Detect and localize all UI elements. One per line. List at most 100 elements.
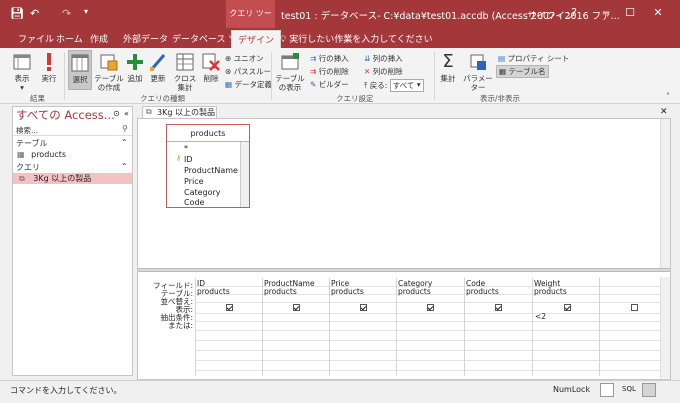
grid-table-code[interactable]: products xyxy=(466,287,499,296)
customize-qat-icon[interactable]: ▾ xyxy=(84,7,88,16)
show-checkbox-category[interactable] xyxy=(427,304,434,311)
grid-table-weight[interactable]: products xyxy=(534,287,567,296)
table-names-button[interactable]: ▦ テーブル名 xyxy=(496,65,549,78)
group-divider xyxy=(434,52,435,100)
show-checkbox-weight[interactable] xyxy=(564,304,571,311)
datasheet-view-icon[interactable] xyxy=(600,383,614,397)
globe-icon: ⊛ xyxy=(225,67,232,76)
show-checkbox-price[interactable] xyxy=(360,304,367,311)
help-button[interactable]: ? xyxy=(564,6,584,19)
run-icon xyxy=(47,53,51,71)
parameters-button[interactable]: パラメーター xyxy=(461,52,495,92)
nav-header[interactable]: すべての Access... ⊙ « xyxy=(13,107,132,124)
field-list-scrollbar[interactable] xyxy=(240,142,249,207)
nav-item-query[interactable]: ⧉ 3Kg 以上の製品 xyxy=(13,173,132,184)
redo-icon[interactable]: ↷ xyxy=(62,7,71,20)
close-button[interactable]: ✕ xyxy=(648,6,668,19)
sql-view-button[interactable]: SQL xyxy=(622,385,636,393)
grid-criteria-weight[interactable]: <2 xyxy=(535,312,546,321)
grid-table-price[interactable]: products xyxy=(331,287,364,296)
document-tab[interactable]: ⧉ 3Kg 以上の製品 xyxy=(142,106,217,118)
field-item-all[interactable]: * xyxy=(184,144,188,153)
field-item-category[interactable]: Category xyxy=(184,188,221,197)
status-bar: コマンドを入力してください。 NumLock SQL xyxy=(0,380,680,403)
field-item-id[interactable]: ID xyxy=(184,155,193,164)
view-button[interactable]: 表示 ▾ xyxy=(8,52,36,92)
nav-search-input[interactable]: 検索... xyxy=(16,125,38,136)
close-tab-icon[interactable]: ✕ xyxy=(660,107,668,117)
make-table-icon xyxy=(100,54,118,71)
chevron-up-icon[interactable]: ⌃ xyxy=(121,162,128,171)
show-table-button[interactable]: テーブルの表示 xyxy=(275,52,305,92)
property-sheet-button[interactable]: ▤ プロパティ シート xyxy=(498,53,569,64)
return-dropdown[interactable]: すべて ▾ xyxy=(389,79,424,92)
run-button[interactable]: 実行 xyxy=(38,52,60,83)
delete-query-button[interactable]: 削除 xyxy=(200,52,222,83)
field-item-code[interactable]: Code xyxy=(184,198,204,207)
delete-query-icon xyxy=(202,53,220,71)
collapse-ribbon-icon[interactable]: ˄ xyxy=(666,92,670,101)
select-query-button[interactable]: 選択 xyxy=(68,50,92,90)
delete-rows-button[interactable]: ⇉ 行の削除 xyxy=(310,66,349,77)
search-icon[interactable]: ⚲ xyxy=(122,124,128,133)
grid-column-id[interactable] xyxy=(195,278,196,376)
primary-key-icon: ⚷ xyxy=(176,154,182,162)
nav-search[interactable]: 検索... ⚲ xyxy=(13,124,132,136)
access-window: 💾︎ ↶ ↷ ▾ クエリ ツール test01 : データベース- C:¥dat… xyxy=(0,0,680,403)
field-item-productname[interactable]: ProductName xyxy=(184,166,238,175)
maximize-button[interactable]: ☐ xyxy=(620,6,640,19)
return-selector[interactable]: ⤒ 戻る: すべて ▾ xyxy=(364,79,424,92)
parameters-icon xyxy=(470,54,486,70)
insert-rows-button[interactable]: ⇉ 行の挿入 xyxy=(310,53,349,64)
field-list-products[interactable]: products * ⚷ ID ProductName Price Catego… xyxy=(166,124,250,208)
view-icon xyxy=(13,54,31,70)
update-button[interactable]: 更新 xyxy=(148,52,168,83)
grid-table-id[interactable]: products xyxy=(197,287,230,296)
minimize-button[interactable]: ─ xyxy=(596,6,616,19)
nav-menu-icon[interactable]: ⊙ xyxy=(113,109,120,118)
grid-line xyxy=(195,350,665,351)
collapse-pane-icon[interactable]: « xyxy=(124,109,129,118)
insert-columns-button[interactable]: ⇊ 列の挿入 xyxy=(364,53,403,64)
tab-design[interactable]: デザイン xyxy=(231,30,282,48)
tab-file[interactable]: ファイル xyxy=(18,32,54,45)
grid-column-price[interactable] xyxy=(329,278,330,376)
append-button[interactable]: 追加 xyxy=(125,52,145,83)
grid-column-weight[interactable] xyxy=(532,278,533,376)
undo-icon[interactable]: ↶ xyxy=(30,7,39,20)
show-checkbox-empty[interactable] xyxy=(631,304,638,311)
chevron-up-icon[interactable]: ⌃ xyxy=(121,138,128,147)
crosstab-button[interactable]: クロス集計 xyxy=(172,52,198,92)
grid-scrollbar[interactable] xyxy=(660,277,670,378)
show-checkbox-code[interactable] xyxy=(495,304,502,311)
insert-columns-icon: ⇊ xyxy=(364,54,371,63)
grid-column-empty[interactable] xyxy=(599,278,600,376)
make-table-button[interactable]: テーブルの作成 xyxy=(94,52,124,92)
builder-icon: ✎ xyxy=(310,80,317,89)
nav-section-queries[interactable]: クエリ xyxy=(16,162,40,173)
totals-button[interactable]: Σ 集計 xyxy=(438,52,458,84)
pass-through-button[interactable]: ⊛ パススルー xyxy=(225,66,271,77)
data-definition-button[interactable]: ▦ データ定義 xyxy=(225,79,272,90)
delete-columns-button[interactable]: ✕ 列の削除 xyxy=(364,66,403,77)
grid-line xyxy=(195,360,665,361)
grid-table-productname[interactable]: products xyxy=(264,287,297,296)
nav-section-tables[interactable]: テーブル xyxy=(16,138,48,149)
tell-me-box[interactable]: 💡︎ 実行したい作業を入力してください xyxy=(280,32,433,45)
grid-column-code[interactable] xyxy=(464,278,465,376)
design-view-icon[interactable] xyxy=(642,383,656,397)
grid-column-category[interactable] xyxy=(396,278,397,376)
show-checkbox-productname[interactable] xyxy=(293,304,300,311)
grid-table-category[interactable]: products xyxy=(398,287,431,296)
builder-button[interactable]: ✎ ビルダー xyxy=(310,79,349,90)
field-item-price[interactable]: Price xyxy=(184,177,204,186)
tab-external-data[interactable]: 外部データ xyxy=(123,32,168,45)
grid-column-productname[interactable] xyxy=(262,278,263,376)
union-button[interactable]: ⊕ ユニオン xyxy=(225,53,264,64)
tab-home[interactable]: ホーム xyxy=(56,32,83,45)
table-pane-scrollbar[interactable] xyxy=(660,119,670,268)
tab-create[interactable]: 作成 xyxy=(90,32,108,45)
nav-item-products[interactable]: ▦ products xyxy=(17,150,133,161)
save-icon[interactable]: 💾︎ xyxy=(10,7,24,20)
show-checkbox-id[interactable] xyxy=(226,304,233,311)
